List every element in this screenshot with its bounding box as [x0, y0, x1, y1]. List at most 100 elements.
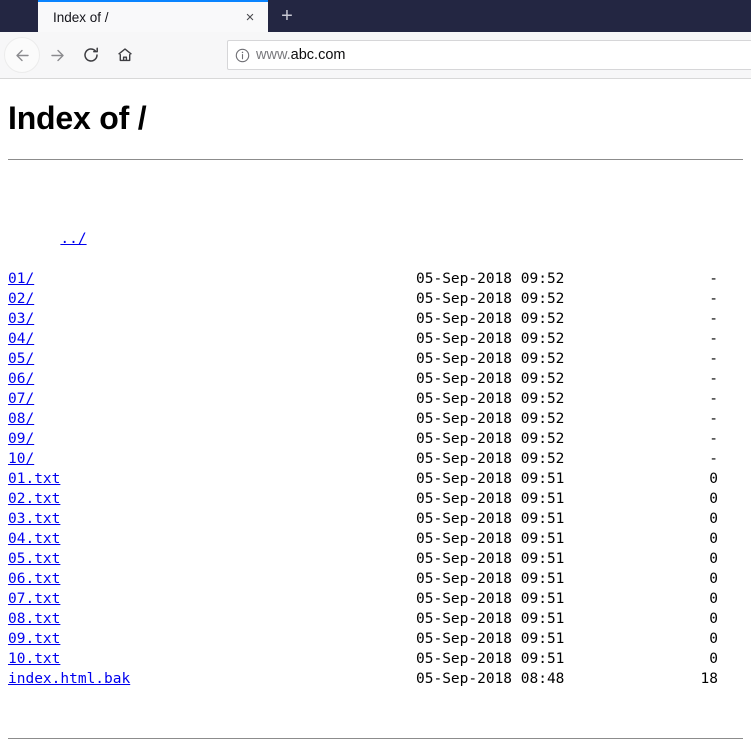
file-date: 05-Sep-2018 09:51 [416, 471, 565, 487]
file-size: - [709, 331, 718, 347]
file-size: 0 [709, 651, 718, 667]
divider-top [8, 159, 743, 160]
file-link[interactable]: 09.txt [8, 631, 60, 647]
list-item[interactable]: 10.txt 05-Sep-2018 09:51 0 [8, 649, 743, 669]
address-bar[interactable]: www.abc.com [227, 40, 751, 70]
file-size: - [709, 451, 718, 467]
file-link[interactable]: 09/ [8, 431, 34, 447]
list-item[interactable]: 08/05-Sep-2018 09:52 - [8, 409, 743, 429]
list-item[interactable]: 06/05-Sep-2018 09:52 - [8, 369, 743, 389]
file-date: 05-Sep-2018 09:51 [416, 611, 565, 627]
list-item[interactable]: 09.txt 05-Sep-2018 09:51 0 [8, 629, 743, 649]
arrow-right-icon [48, 46, 67, 65]
page-title: Index of / [8, 100, 147, 136]
file-date: 05-Sep-2018 09:51 [416, 631, 565, 647]
file-size: 0 [709, 471, 718, 487]
url-prefix: www. [256, 47, 291, 63]
file-size: - [709, 271, 718, 287]
file-link[interactable]: 01.txt [8, 471, 60, 487]
file-date: 05-Sep-2018 09:52 [416, 351, 565, 367]
file-link[interactable]: 07/ [8, 391, 34, 407]
file-link[interactable]: 03.txt [8, 511, 60, 527]
file-link[interactable]: 10.txt [8, 651, 60, 667]
file-link[interactable]: 02/ [8, 291, 34, 307]
file-size: 0 [709, 491, 718, 507]
file-date: 05-Sep-2018 09:51 [416, 531, 565, 547]
file-link[interactable]: 10/ [8, 451, 34, 467]
list-item[interactable]: 07.txt 05-Sep-2018 09:51 0 [8, 589, 743, 609]
file-size: - [709, 351, 718, 367]
file-link[interactable]: 05.txt [8, 551, 60, 567]
file-date: 05-Sep-2018 09:51 [416, 551, 565, 567]
file-link[interactable]: 03/ [8, 311, 34, 327]
list-item[interactable]: 10/05-Sep-2018 09:52 - [8, 449, 743, 469]
list-item[interactable]: 03/05-Sep-2018 09:52 - [8, 309, 743, 329]
list-item[interactable]: index.html.bak 05-Sep-2018 08:48 18 [8, 669, 743, 689]
list-item[interactable]: 07/05-Sep-2018 09:52 - [8, 389, 743, 409]
list-item[interactable]: 04.txt 05-Sep-2018 09:51 0 [8, 529, 743, 549]
file-date: 05-Sep-2018 09:52 [416, 371, 565, 387]
close-icon[interactable]: × [236, 3, 264, 31]
file-date: 05-Sep-2018 09:51 [416, 491, 565, 507]
file-date: 05-Sep-2018 09:52 [416, 271, 565, 287]
home-button[interactable] [108, 38, 142, 72]
file-size: 0 [709, 611, 718, 627]
file-size: - [709, 311, 718, 327]
list-item[interactable]: 01.txt 05-Sep-2018 09:51 0 [8, 469, 743, 489]
file-link[interactable]: 08.txt [8, 611, 60, 627]
list-item-parent[interactable]: ../ [8, 209, 743, 247]
file-date: 05-Sep-2018 09:51 [416, 571, 565, 587]
file-link[interactable]: 08/ [8, 411, 34, 427]
file-link[interactable]: index.html.bak [8, 671, 130, 687]
url-host: abc.com [290, 47, 346, 63]
listing-rows: 01/05-Sep-2018 09:52 - 02/05-Sep-2018 09:5… [8, 269, 743, 689]
file-link[interactable]: 01/ [8, 271, 34, 287]
file-size: 0 [709, 631, 718, 647]
file-size: 18 [700, 671, 718, 687]
list-item[interactable]: 08.txt 05-Sep-2018 09:51 0 [8, 609, 743, 629]
parent-directory-link[interactable]: ../ [60, 231, 86, 247]
file-size: 0 [709, 551, 718, 567]
file-date: 05-Sep-2018 08:48 [416, 671, 565, 687]
navigation-toolbar: www.abc.com [0, 32, 751, 79]
file-date: 05-Sep-2018 09:51 [416, 591, 565, 607]
file-date: 05-Sep-2018 09:51 [416, 511, 565, 527]
file-size: - [709, 411, 718, 427]
file-link[interactable]: 06.txt [8, 571, 60, 587]
file-size: 0 [709, 571, 718, 587]
file-size: - [709, 391, 718, 407]
file-link[interactable]: 04/ [8, 331, 34, 347]
file-date: 05-Sep-2018 09:52 [416, 391, 565, 407]
browser-tab-index-of[interactable]: Index of / × [38, 0, 268, 32]
reload-icon [82, 46, 100, 64]
file-link[interactable]: 05/ [8, 351, 34, 367]
list-item[interactable]: 06.txt 05-Sep-2018 09:51 0 [8, 569, 743, 589]
forward-button[interactable] [40, 38, 74, 72]
plus-icon[interactable]: + [268, 0, 306, 32]
list-item[interactable]: 02/05-Sep-2018 09:52 - [8, 289, 743, 309]
file-date: 05-Sep-2018 09:52 [416, 431, 565, 447]
back-button[interactable] [4, 37, 40, 73]
reload-button[interactable] [74, 38, 108, 72]
list-item[interactable]: 05.txt 05-Sep-2018 09:51 0 [8, 549, 743, 569]
list-item[interactable]: 05/05-Sep-2018 09:52 - [8, 349, 743, 369]
file-link[interactable]: 06/ [8, 371, 34, 387]
file-size: - [709, 371, 718, 387]
list-item[interactable]: 09/05-Sep-2018 09:52 - [8, 429, 743, 449]
file-date: 05-Sep-2018 09:52 [416, 311, 565, 327]
file-date: 05-Sep-2018 09:51 [416, 651, 565, 667]
file-size: 0 [709, 531, 718, 547]
browser-chrome: Index of / × + www.abc.com [0, 0, 751, 79]
arrow-left-icon [13, 46, 32, 65]
file-size: 0 [709, 511, 718, 527]
file-link[interactable]: 04.txt [8, 531, 60, 547]
file-date: 05-Sep-2018 09:52 [416, 451, 565, 467]
file-link[interactable]: 02.txt [8, 491, 60, 507]
list-item[interactable]: 02.txt 05-Sep-2018 09:51 0 [8, 489, 743, 509]
file-link[interactable]: 07.txt [8, 591, 60, 607]
list-item[interactable]: 03.txt 05-Sep-2018 09:51 0 [8, 509, 743, 529]
list-item[interactable]: 01/05-Sep-2018 09:52 - [8, 269, 743, 289]
file-date: 05-Sep-2018 09:52 [416, 411, 565, 427]
list-item[interactable]: 04/05-Sep-2018 09:52 - [8, 329, 743, 349]
info-icon[interactable] [228, 48, 256, 63]
